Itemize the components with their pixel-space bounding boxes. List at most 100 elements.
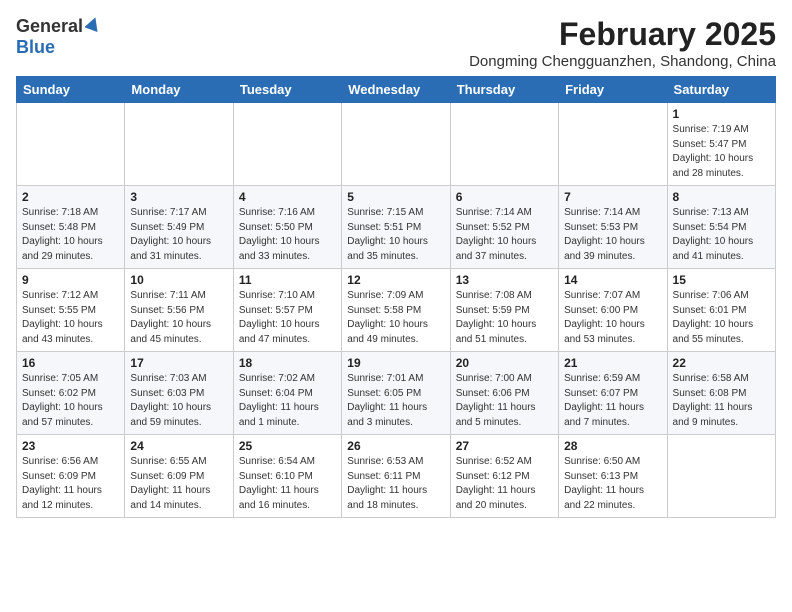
calendar-cell: 4Sunrise: 7:16 AM Sunset: 5:50 PM Daylig… [233, 186, 341, 269]
calendar-cell: 12 Sunrise: 7:09 AM Sunset: 5:58 PM Dayli… [342, 269, 450, 352]
day-number: 2 [22, 190, 119, 204]
calendar-cell: 17 Sunrise: 7:03 AM Sunset: 6:03 PM Dayli… [125, 352, 233, 435]
day-info: Sunrise: 7:18 AM Sunset: 5:48 PM Dayligh… [22, 206, 119, 264]
calendar-week-4: 16Sunrise: 7:05 AM Sunset: 6:02 PM Dayli… [17, 352, 776, 435]
day-number: 3 [130, 190, 227, 204]
calendar-cell: 26 Sunrise: 6:53 AM Sunset: 6:11 PM Dayli… [342, 435, 450, 518]
calendar-cell: 19 Sunrise: 7:01 AM Sunset: 6:05 PM Dayli… [342, 352, 450, 435]
day-number: 8 [673, 190, 770, 204]
day-info: Sunrise: 7:13 AM Sunset: 5:54 PM Dayligh… [673, 206, 770, 264]
day-number: 27 [456, 439, 553, 453]
calendar-cell: 21Sunrise: 6:59 AM Sunset: 6:07 PM Dayli… [559, 352, 667, 435]
day-number: 6 [456, 190, 553, 204]
calendar-week-5: 23 Sunrise: 6:56 AM Sunset: 6:09 PM Dayli… [17, 435, 776, 518]
calendar-cell: 20 Sunrise: 7:00 AM Sunset: 6:06 PM Dayli… [450, 352, 558, 435]
day-number: 15 [673, 273, 770, 287]
calendar-cell: 1 Sunrise: 7:19 AM Sunset: 5:47 PM Daylig… [667, 103, 775, 186]
day-info: Sunrise: 7:06 AM Sunset: 6:01 PM Dayligh… [673, 289, 770, 347]
day-info: Sunrise: 7:16 AM Sunset: 5:50 PM Dayligh… [239, 206, 336, 264]
day-number: 19 [347, 356, 444, 370]
day-number: 22 [673, 356, 770, 370]
day-info: Sunrise: 6:55 AM Sunset: 6:09 PM Dayligh… [130, 455, 227, 513]
day-number: 17 [130, 356, 227, 370]
calendar-week-3: 9 Sunrise: 7:12 AM Sunset: 5:55 PM Daylig… [17, 269, 776, 352]
calendar-cell: 28 Sunrise: 6:50 AM Sunset: 6:13 PM Dayli… [559, 435, 667, 518]
weekday-header-sunday: Sunday [17, 77, 125, 103]
day-info: Sunrise: 6:53 AM Sunset: 6:11 PM Dayligh… [347, 455, 444, 513]
calendar-header-row: SundayMondayTuesdayWednesdayThursdayFrid… [17, 77, 776, 103]
calendar-cell: 23 Sunrise: 6:56 AM Sunset: 6:09 PM Dayli… [17, 435, 125, 518]
weekday-header-monday: Monday [125, 77, 233, 103]
logo-icon [85, 16, 101, 37]
location: Dongming Chengguanzhen, Shandong, China [469, 53, 776, 70]
day-info: Sunrise: 7:12 AM Sunset: 5:55 PM Dayligh… [22, 289, 119, 347]
day-number: 25 [239, 439, 336, 453]
day-info: Sunrise: 6:56 AM Sunset: 6:09 PM Dayligh… [22, 455, 119, 513]
day-info: Sunrise: 7:17 AM Sunset: 5:49 PM Dayligh… [130, 206, 227, 264]
calendar-cell [667, 435, 775, 518]
calendar-cell: 8 Sunrise: 7:13 AM Sunset: 5:54 PM Daylig… [667, 186, 775, 269]
calendar-cell: 9 Sunrise: 7:12 AM Sunset: 5:55 PM Daylig… [17, 269, 125, 352]
day-number: 1 [673, 107, 770, 121]
day-info: Sunrise: 7:01 AM Sunset: 6:05 PM Dayligh… [347, 372, 444, 430]
calendar-cell [233, 103, 341, 186]
month-year: February 2025 [469, 16, 776, 53]
day-number: 10 [130, 273, 227, 287]
page-header: General Blue February 2025 Dongming Chen… [16, 16, 776, 70]
day-number: 9 [22, 273, 119, 287]
day-number: 5 [347, 190, 444, 204]
calendar-cell [125, 103, 233, 186]
day-info: Sunrise: 7:19 AM Sunset: 5:47 PM Dayligh… [673, 123, 770, 181]
day-info: Sunrise: 7:02 AM Sunset: 6:04 PM Dayligh… [239, 372, 336, 430]
logo-general: General [16, 16, 83, 37]
day-info: Sunrise: 7:15 AM Sunset: 5:51 PM Dayligh… [347, 206, 444, 264]
calendar-cell: 16Sunrise: 7:05 AM Sunset: 6:02 PM Dayli… [17, 352, 125, 435]
day-number: 18 [239, 356, 336, 370]
day-number: 23 [22, 439, 119, 453]
calendar-cell [559, 103, 667, 186]
day-info: Sunrise: 7:05 AM Sunset: 6:02 PM Dayligh… [22, 372, 119, 430]
weekday-header-thursday: Thursday [450, 77, 558, 103]
calendar-week-2: 2 Sunrise: 7:18 AM Sunset: 5:48 PM Daylig… [17, 186, 776, 269]
calendar-cell: 24 Sunrise: 6:55 AM Sunset: 6:09 PM Dayli… [125, 435, 233, 518]
day-info: Sunrise: 7:14 AM Sunset: 5:52 PM Dayligh… [456, 206, 553, 264]
calendar-week-1: 1 Sunrise: 7:19 AM Sunset: 5:47 PM Daylig… [17, 103, 776, 186]
calendar-cell: 11 Sunrise: 7:10 AM Sunset: 5:57 PM Dayli… [233, 269, 341, 352]
calendar-cell: 7Sunrise: 7:14 AM Sunset: 5:53 PM Daylig… [559, 186, 667, 269]
calendar-table: SundayMondayTuesdayWednesdayThursdayFrid… [16, 76, 776, 518]
calendar-cell: 13 Sunrise: 7:08 AM Sunset: 5:59 PM Dayli… [450, 269, 558, 352]
calendar-cell: 22 Sunrise: 6:58 AM Sunset: 6:08 PM Dayli… [667, 352, 775, 435]
day-info: Sunrise: 6:50 AM Sunset: 6:13 PM Dayligh… [564, 455, 661, 513]
day-number: 26 [347, 439, 444, 453]
logo-blue: Blue [16, 37, 55, 57]
calendar-cell: 5 Sunrise: 7:15 AM Sunset: 5:51 PM Daylig… [342, 186, 450, 269]
day-number: 24 [130, 439, 227, 453]
day-info: Sunrise: 7:00 AM Sunset: 6:06 PM Dayligh… [456, 372, 553, 430]
day-info: Sunrise: 7:07 AM Sunset: 6:00 PM Dayligh… [564, 289, 661, 347]
calendar-cell: 10Sunrise: 7:11 AM Sunset: 5:56 PM Dayli… [125, 269, 233, 352]
day-info: Sunrise: 7:03 AM Sunset: 6:03 PM Dayligh… [130, 372, 227, 430]
day-info: Sunrise: 6:52 AM Sunset: 6:12 PM Dayligh… [456, 455, 553, 513]
title-block: February 2025 Dongming Chengguanzhen, Sh… [469, 16, 776, 70]
calendar-cell: 6 Sunrise: 7:14 AM Sunset: 5:52 PM Daylig… [450, 186, 558, 269]
calendar-cell: 2 Sunrise: 7:18 AM Sunset: 5:48 PM Daylig… [17, 186, 125, 269]
day-number: 20 [456, 356, 553, 370]
day-info: Sunrise: 7:08 AM Sunset: 5:59 PM Dayligh… [456, 289, 553, 347]
calendar-cell: 27 Sunrise: 6:52 AM Sunset: 6:12 PM Dayli… [450, 435, 558, 518]
day-info: Sunrise: 7:14 AM Sunset: 5:53 PM Dayligh… [564, 206, 661, 264]
weekday-header-friday: Friday [559, 77, 667, 103]
day-number: 14 [564, 273, 661, 287]
weekday-header-tuesday: Tuesday [233, 77, 341, 103]
day-info: Sunrise: 6:59 AM Sunset: 6:07 PM Dayligh… [564, 372, 661, 430]
day-number: 13 [456, 273, 553, 287]
day-info: Sunrise: 6:58 AM Sunset: 6:08 PM Dayligh… [673, 372, 770, 430]
day-info: Sunrise: 7:09 AM Sunset: 5:58 PM Dayligh… [347, 289, 444, 347]
calendar-cell: 14 Sunrise: 7:07 AM Sunset: 6:00 PM Dayli… [559, 269, 667, 352]
day-number: 12 [347, 273, 444, 287]
calendar-cell [450, 103, 558, 186]
day-number: 11 [239, 273, 336, 287]
weekday-header-saturday: Saturday [667, 77, 775, 103]
day-info: Sunrise: 7:10 AM Sunset: 5:57 PM Dayligh… [239, 289, 336, 347]
calendar-cell [342, 103, 450, 186]
day-number: 28 [564, 439, 661, 453]
